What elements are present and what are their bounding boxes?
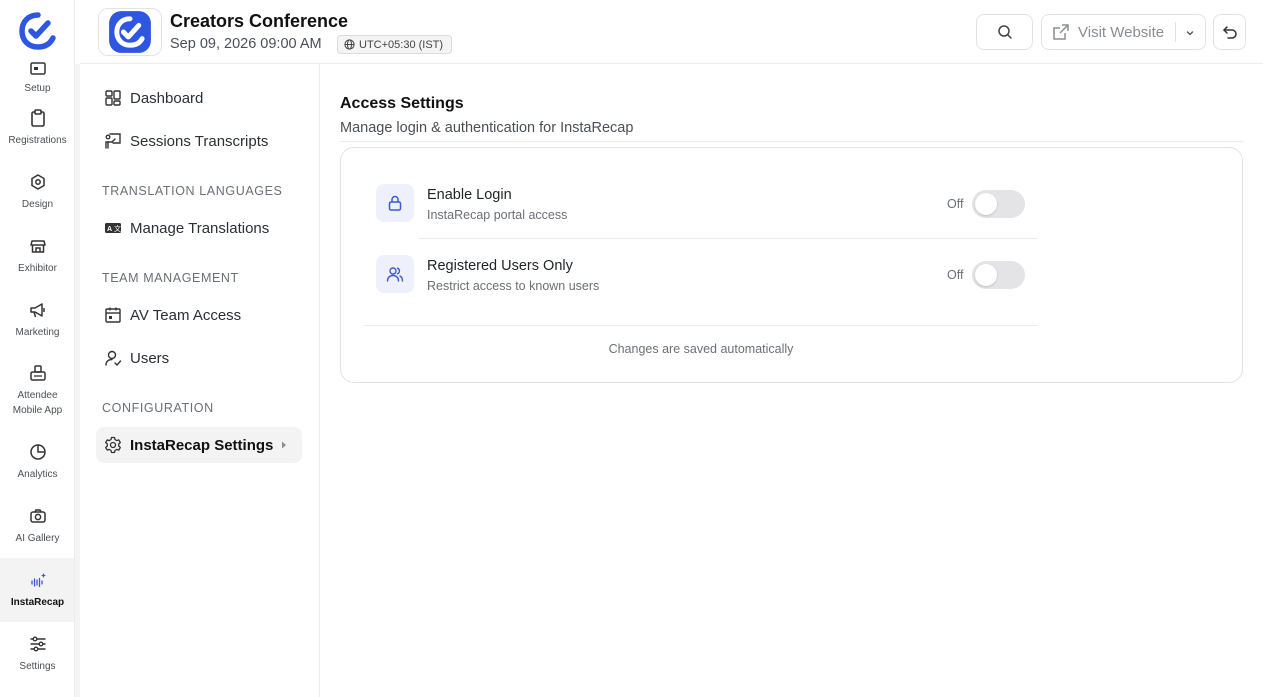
- sliders-icon: [29, 635, 47, 653]
- registered-users-only-toggle[interactable]: [972, 261, 1025, 289]
- sparkle-icon: [29, 571, 47, 589]
- setup-icon: [29, 62, 47, 77]
- dashboard-icon: [104, 89, 122, 107]
- subnav-item-label: Manage Translations: [130, 219, 270, 237]
- rail-item-instarecap[interactable]: InstaRecap: [0, 558, 74, 622]
- caret-right-icon: [280, 440, 288, 450]
- setting-row-enable-login: Enable Login InstaRecap portal access Of…: [376, 178, 1031, 228]
- camera-icon: [29, 507, 47, 525]
- search-button[interactable]: [976, 14, 1033, 50]
- title-divider: [340, 141, 1243, 142]
- pie-chart-icon: [29, 443, 47, 461]
- secondary-sidebar: Dashboard Sessions Transcripts TRANSLATI…: [80, 64, 320, 697]
- rail-item-label: Setup: [24, 83, 51, 94]
- rail-item-label: Marketing: [15, 326, 60, 338]
- rail-item-marketing[interactable]: Marketing: [0, 288, 74, 352]
- clipboard-icon: [29, 108, 47, 127]
- subnav-item-sessions-transcripts[interactable]: Sessions Transcripts: [96, 123, 302, 159]
- chevron-down-icon[interactable]: [1182, 25, 1198, 41]
- globe-icon: [344, 39, 355, 50]
- translate-icon: A文: [104, 219, 122, 237]
- megaphone-icon: [29, 301, 47, 319]
- rail-item-label: InstaRecap: [10, 596, 65, 608]
- setting-title: Enable Login: [427, 187, 512, 203]
- user-icon: [104, 349, 122, 367]
- page-subtitle: Manage login & authentication for InstaR…: [340, 120, 634, 136]
- subnav-item-label: Sessions Transcripts: [130, 132, 269, 150]
- toggle-knob: [975, 193, 997, 215]
- rail-item-label: Registrations: [8, 134, 67, 146]
- rail-item-label: AI Gallery: [15, 532, 60, 544]
- toggle-state-label: Off: [947, 197, 964, 211]
- setting-row-registered-users-only: Registered Users Only Restrict access to…: [376, 249, 1031, 299]
- toggle-knob: [975, 264, 997, 286]
- mobile-app-icon: [29, 364, 47, 382]
- rail-item-attendee-mobile-app[interactable]: Attendee Mobile App: [0, 352, 74, 430]
- rail-item-label: Attendee Mobile App: [12, 390, 63, 416]
- subnav-item-dashboard[interactable]: Dashboard: [96, 80, 302, 116]
- rail-item-label: Exhibitor: [18, 262, 57, 274]
- section-title-configuration: CONFIGURATION: [102, 401, 214, 415]
- timezone-badge: UTC+05:30 (IST): [337, 35, 453, 54]
- subnav-item-label: Dashboard: [130, 89, 204, 107]
- undo-icon: [1222, 24, 1238, 40]
- rail-item-label: Settings: [19, 660, 56, 672]
- visit-website-label: Visit Website: [1078, 23, 1165, 41]
- event-date: Sep 09, 2026 09:00 AM: [170, 36, 322, 52]
- toggle-state-label: Off: [947, 268, 964, 282]
- search-icon: [997, 24, 1013, 40]
- rail-item-setup[interactable]: Setup: [0, 56, 74, 96]
- subnav-item-label: Users: [130, 349, 170, 367]
- design-icon: [29, 173, 47, 191]
- setting-title: Registered Users Only: [427, 258, 573, 274]
- rail-item-ai-gallery[interactable]: AI Gallery: [0, 494, 74, 558]
- external-link-icon: [1052, 23, 1070, 41]
- undo-button[interactable]: [1213, 14, 1246, 50]
- calendar-icon: [104, 306, 122, 324]
- users-icon: [376, 255, 414, 293]
- brand-logo[interactable]: [18, 11, 58, 51]
- section-title-translation-languages: TRANSLATION LANGUAGES: [102, 184, 283, 198]
- subnav-item-av-team-access[interactable]: AV Team Access: [96, 297, 302, 333]
- rail-item-label: Analytics: [17, 468, 58, 480]
- rail-item-design[interactable]: Design: [0, 160, 74, 224]
- subnav-item-label: InstaRecap Settings: [130, 436, 274, 454]
- lock-icon: [376, 184, 414, 222]
- enable-login-toggle[interactable]: [972, 190, 1025, 218]
- subnav-item-instarecap-settings[interactable]: InstaRecap Settings: [96, 427, 302, 463]
- event-title: Creators Conference: [170, 11, 349, 31]
- rail-item-settings[interactable]: Settings: [0, 622, 74, 686]
- autosave-note: Changes are saved automatically: [608, 342, 794, 356]
- svg-text:A: A: [107, 226, 112, 233]
- row-divider: [418, 238, 1038, 239]
- card-divider: [364, 325, 1038, 326]
- button-divider: [1175, 22, 1176, 42]
- store-icon: [29, 237, 47, 255]
- rail-item-label: Design: [21, 198, 54, 210]
- visit-website-button[interactable]: Visit Website: [1041, 14, 1206, 50]
- setting-description: Restrict access to known users: [427, 279, 600, 293]
- page-title: Access Settings: [340, 95, 464, 112]
- rail-item-registrations[interactable]: Registrations: [0, 96, 74, 160]
- subnav-item-manage-translations[interactable]: A文 Manage Translations: [96, 210, 302, 246]
- svg-text:文: 文: [114, 224, 121, 233]
- event-logo: [98, 8, 162, 56]
- section-title-team-management: TEAM MANAGEMENT: [102, 271, 239, 285]
- rail-item-exhibitor[interactable]: Exhibitor: [0, 224, 74, 288]
- top-header: Creators Conference Sep 09, 2026 09:00 A…: [80, 0, 1263, 64]
- presentation-icon: [104, 132, 122, 150]
- gear-icon: [104, 436, 122, 454]
- primary-rail: Setup Registrations Design Exhibitor Mar…: [0, 0, 75, 697]
- access-settings-card: Enable Login InstaRecap portal access Of…: [340, 147, 1243, 383]
- timezone-label: UTC+05:30 (IST): [359, 38, 444, 51]
- subnav-item-users[interactable]: Users: [96, 340, 302, 376]
- setting-description: InstaRecap portal access: [427, 208, 568, 222]
- subnav-item-label: AV Team Access: [130, 306, 242, 324]
- rail-item-analytics[interactable]: Analytics: [0, 430, 74, 494]
